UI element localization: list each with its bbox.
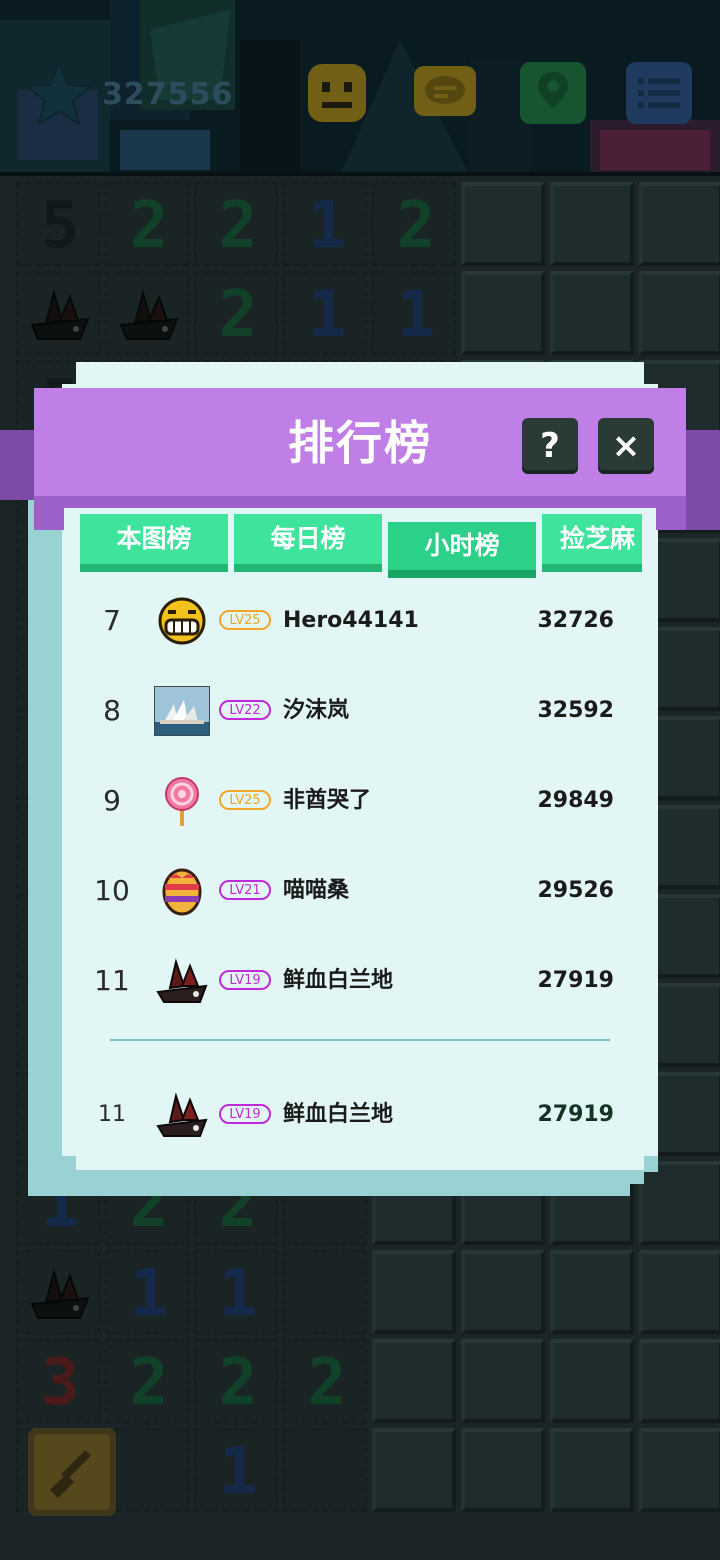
- leaderboard-row[interactable]: 7 LV25 Hero44141 32726: [62, 576, 658, 666]
- player-name: 鲜血白兰地: [283, 968, 394, 993]
- my-rank-row[interactable]: 11 LV19 鲜血白兰地 27919: [62, 1070, 658, 1160]
- player-score: 32592: [537, 698, 614, 723]
- level-badge: LV19: [219, 970, 271, 990]
- level-badge: LV25: [219, 610, 271, 630]
- leaderboard-row[interactable]: 8 LV22 汐沫岚 32592: [62, 666, 658, 756]
- tab-map-rank[interactable]: 本图榜: [80, 514, 228, 572]
- banner-fold-right: [656, 496, 686, 530]
- tab-hourly-rank[interactable]: 小时榜: [388, 522, 536, 578]
- easter-egg-avatar: [162, 868, 202, 916]
- player-score: 29526: [537, 878, 614, 903]
- leaderboard-tabs: 本图榜 每日榜 小时榜 捡芝麻: [80, 514, 642, 580]
- level-badge: LV19: [219, 1104, 271, 1124]
- player-name: Hero44141: [283, 608, 419, 633]
- panel-bottom-shadow-2: [90, 1184, 630, 1196]
- rank-number: 7: [103, 604, 121, 637]
- my-player-score: 27919: [537, 1102, 614, 1127]
- dialog-title: 排行榜: [288, 416, 432, 470]
- help-button[interactable]: ?: [522, 418, 578, 474]
- player-name: 汐沫岚: [283, 698, 350, 723]
- banner-fold-left: [34, 496, 64, 530]
- lollipop-avatar: [165, 777, 199, 826]
- tab-daily-rank[interactable]: 每日榜: [234, 514, 382, 572]
- player-name: 非酋哭了: [283, 788, 372, 813]
- my-player-name: 鲜血白兰地: [283, 1102, 394, 1127]
- grin-face-avatar: [158, 597, 206, 645]
- leaderboard-row[interactable]: 10 LV21 喵喵桑 29526: [62, 846, 658, 936]
- level-badge: LV21: [219, 880, 271, 900]
- panel-bottom-shadow: [76, 1170, 644, 1184]
- player-score: 27919: [537, 968, 614, 993]
- banner-tail-right: [680, 430, 720, 530]
- level-badge: LV22: [219, 700, 271, 720]
- opera-house-avatar: [154, 686, 210, 736]
- player-name: 喵喵桑: [283, 878, 350, 903]
- level-badge: LV25: [219, 790, 271, 810]
- leaderboard-row[interactable]: 11 LV19 鲜血白兰地 27919: [62, 936, 658, 1026]
- rank-number: 9: [103, 784, 121, 817]
- leaderboard-row[interactable]: 9 LV25 非酋哭了 29849: [62, 756, 658, 846]
- rank-number: 8: [103, 694, 121, 727]
- close-button[interactable]: ×: [598, 418, 654, 474]
- player-score: 29849: [537, 788, 614, 813]
- self-rank-divider: [110, 1039, 610, 1041]
- player-score: 32726: [537, 608, 614, 633]
- my-rank-number: 11: [98, 1102, 126, 1127]
- pirate-ship-avatar: [156, 1092, 208, 1137]
- close-icon: ×: [611, 426, 641, 466]
- rank-number: 11: [94, 964, 130, 997]
- rank-number: 10: [94, 874, 130, 907]
- tab-pickup-sesame[interactable]: 捡芝麻: [542, 514, 642, 572]
- question-mark-icon: ?: [540, 426, 560, 466]
- pirate-ship-avatar: [156, 958, 208, 1003]
